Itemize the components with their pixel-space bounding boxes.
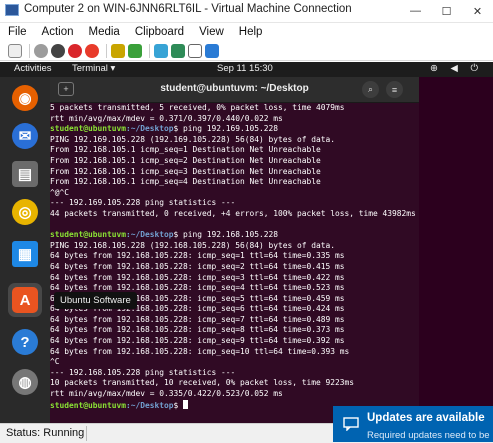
terminal-output-line: 44 packets transmitted, 0 received, +4 e… [50,208,416,218]
prompt-user: student@ubuntuvm [50,400,127,410]
terminal-prompt-line: student@ubuntuvm:~/Desktop$ ping 192.168… [50,230,419,241]
terminal-output-line: rtt min/avg/max/mdev = 0.371/0.397/0.440… [50,113,283,123]
search-icon[interactable]: ⌕ [362,81,379,98]
dock-tooltip: Ubuntu Software [54,292,137,309]
dock-dvd[interactable]: ◍ [8,365,42,399]
menu-bar: File Action Media Clipboard View Help [0,23,493,41]
terminal-output-line: 64 bytes from 192.168.105.228: icmp_seq=… [50,261,345,271]
help-icon: ? [12,329,38,355]
ubuntu-top-bar: Activities Terminal ▾ Sep 11 15:30 ⊕ ◀ ⏻ [0,62,493,77]
ubuntu-software-icon: A [12,287,38,313]
dock-firefox[interactable]: ◉ [8,81,42,115]
toolbar-divider [106,43,107,58]
terminal-output-line: 64 bytes from 192.168.105.228: icmp_seq=… [50,251,345,261]
status-divider [86,426,87,441]
maximize-button[interactable]: ☐ [431,0,462,22]
terminal-output-line: PING 192.168.105.228 (192.168.105.228) 5… [50,240,336,250]
menu-media[interactable]: Media [81,26,127,38]
menu-view[interactable]: View [191,26,231,38]
terminal-output-line: From 192.168.105.1 icmp_seq=3 Destinatio… [50,166,321,176]
dock-thunderbird[interactable]: ✉ [8,119,42,153]
terminal-output-line: ^C [50,357,60,367]
vm-toolbar [0,41,493,61]
prompt-command: $ ping 192.168.105.228 [173,230,279,240]
hamburger-menu-icon[interactable]: ≡ [386,81,403,98]
checkpoint-icon[interactable] [171,43,185,58]
prompt-user: student@ubuntuvm [50,230,127,240]
start-icon[interactable] [34,43,48,58]
dock-ubuntu-software[interactable]: A [8,283,42,317]
terminal-header: + student@ubuntuvm: ~/Desktop ⌕ ≡ [50,77,419,103]
window-controls: — ☐ ✕ [400,0,493,22]
close-button[interactable]: ✕ [462,0,493,22]
menu-file[interactable]: File [0,26,34,38]
rhythmbox-icon: ◎ [12,199,38,225]
terminal-window[interactable]: + student@ubuntuvm: ~/Desktop ⌕ ≡ 5 pack… [50,77,419,423]
window-titlebar: Computer 2 on WIN-6JNN6RLT6IL - Virtual … [0,0,493,23]
terminal-cursor [183,399,189,409]
firefox-icon: ◉ [12,85,38,111]
dvd-icon: ◍ [12,369,38,395]
prompt-path: :~/Desktop [126,400,174,410]
terminal-output-line: From 192.168.105.1 icmp_seq=1 Destinatio… [50,145,321,155]
notification-subtitle: Required updates need to be [367,430,490,441]
prompt-command: $ [173,400,184,410]
reset-icon[interactable] [154,43,168,58]
terminal-output-line: From 192.168.105.1 icmp_seq=4 Destinatio… [50,177,321,187]
terminal-output-line: rtt min/avg/max/mdev = 0.335/0.422/0.523… [50,389,283,399]
shutdown-icon[interactable] [68,43,82,58]
terminal-output[interactable]: 5 packets transmitted, 5 received, 0% pa… [50,103,419,423]
toolbar-divider [149,43,150,58]
terminal-output-line: 64 bytes from 192.168.105.228: icmp_seq=… [50,325,345,335]
update-notification[interactable]: Updates are available Required updates n… [333,406,493,442]
files-icon: ▤ [12,161,38,187]
menu-clipboard[interactable]: Clipboard [127,26,191,38]
notification-title: Updates are available [367,412,485,424]
prompt-path: :~/Desktop [126,124,174,134]
menu-action[interactable]: Action [34,26,81,38]
prompt-user: student@ubuntuvm [50,124,127,134]
terminal-output-line: 64 bytes from 192.168.105.228: icmp_seq=… [50,336,345,346]
ubuntu-dock: ◉ ✉ ▤ ◎ ▦ A ? ◍ [0,77,50,423]
terminal-output-line: 64 bytes from 192.168.105.228: icmp_seq=… [50,346,350,356]
dock-help[interactable]: ? [8,325,42,359]
desktop-background [419,77,493,423]
ctrl-alt-del-icon[interactable] [8,43,22,58]
power-icon[interactable] [85,43,99,58]
window-title: Computer 2 on WIN-6JNN6RLT6IL - Virtual … [24,3,352,15]
prompt-path: :~/Desktop [126,230,174,240]
thunderbird-icon: ✉ [12,123,38,149]
chat-bubble-icon [343,417,359,431]
turn-off-icon[interactable] [51,43,65,58]
terminal-output-line: 64 bytes from 192.168.105.228: icmp_seq=… [50,314,345,324]
terminal-output-line: 5 packets transmitted, 5 received, 0% pa… [50,103,345,112]
writer-icon: ▦ [12,241,38,267]
clock[interactable]: Sep 11 15:30 [217,63,273,74]
terminal-output-line: --- 192.168.105.228 ping statistics --- [50,367,236,377]
minimize-button[interactable]: — [400,0,431,22]
terminal-output-line: ^@^C [50,187,70,197]
terminal-output-line: 10 packets transmitted, 10 received, 0% … [50,378,355,388]
system-tray[interactable]: ⊕ ◀ ⏻ [430,63,483,74]
activities-button[interactable]: Activities [14,63,51,74]
save-icon[interactable] [111,43,125,58]
terminal-prompt-line: student@ubuntuvm:~/Desktop$ ping 192.169… [50,124,419,135]
dock-files[interactable]: ▤ [8,157,42,191]
terminal-output-line: 64 bytes from 192.168.105.228: icmp_seq=… [50,272,345,282]
dock-rhythmbox[interactable]: ◎ [8,195,42,229]
menu-help[interactable]: Help [231,26,270,38]
terminal-output-line: From 192.168.105.1 icmp_seq=2 Destinatio… [50,155,321,165]
toolbar-divider [29,43,30,58]
prompt-command: $ ping 192.169.105.228 [173,124,279,134]
dock-writer[interactable]: ▦ [8,237,42,271]
vm-status: Status: Running [6,427,85,439]
terminal-output-line: PING 192.169.105.228 (192.169.105.228) 5… [50,134,336,144]
terminal-output-line: --- 192.169.105.228 ping statistics --- [50,198,236,208]
pause-icon[interactable] [128,43,142,58]
revert-icon[interactable] [188,43,202,58]
vm-connection-icon [5,4,19,16]
enhanced-session-icon[interactable] [205,43,219,58]
app-menu-terminal[interactable]: Terminal ▾ [72,63,115,74]
